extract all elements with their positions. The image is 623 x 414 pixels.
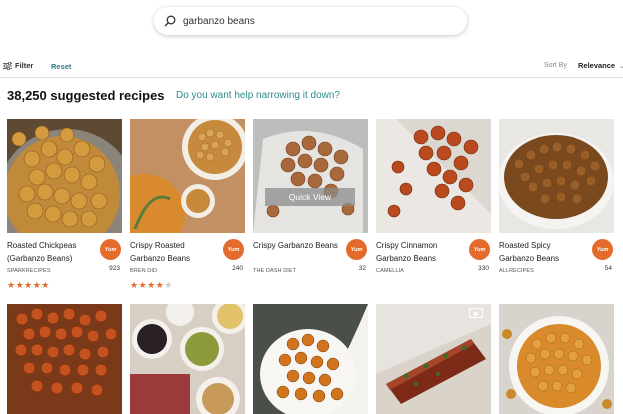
yum-count: 240 — [232, 265, 243, 272]
sort-value: Relevance — [578, 61, 616, 70]
recipe-source[interactable]: CAMELLIA — [376, 268, 404, 274]
recipe-card[interactable]: Crispy Cinnamon Garbanzo Beans Yum 330 C… — [376, 119, 491, 274]
recipe-source[interactable]: BREN DID — [130, 268, 157, 274]
recipe-title[interactable]: Crispy Garbanzo Beans — [253, 240, 339, 253]
recipe-source[interactable]: THE DASH DIET — [253, 268, 296, 274]
yum-button[interactable]: Yum — [100, 239, 121, 260]
search-bar[interactable] — [154, 7, 467, 35]
sort-by-label: Sort By — [544, 62, 567, 69]
recipe-image[interactable] — [376, 304, 491, 414]
search-icon — [164, 15, 176, 27]
yum-button[interactable]: Yum — [346, 239, 367, 260]
recipe-source[interactable]: ALLRECIPES — [499, 268, 534, 274]
recipe-card[interactable]: Crispy Roasted Garbanzo Beans Yum 240 BR… — [130, 119, 245, 290]
star-rating: ★★★★★ — [130, 280, 173, 290]
recipe-image[interactable] — [7, 304, 122, 414]
yum-count: 54 — [604, 265, 612, 272]
filter-label: Filter — [15, 61, 34, 70]
help-narrowing-link[interactable]: Do you want help narrowing it down? — [176, 90, 340, 101]
filter-sliders-icon — [3, 61, 12, 70]
recipe-title[interactable]: Crispy Roasted Garbanzo Beans — [130, 240, 216, 265]
sort-select[interactable]: Relevance ⌄ — [578, 61, 623, 70]
yum-count: 923 — [109, 265, 120, 272]
yum-count: 330 — [478, 265, 489, 272]
recipe-card[interactable]: Quick View Crispy Garbanzo Beans Yum 32 … — [253, 119, 368, 274]
yum-button[interactable]: Yum — [592, 239, 613, 260]
recipe-source[interactable]: SPARKRECIPES — [7, 268, 51, 274]
star-rating: ★★★★★ — [7, 280, 50, 290]
recipe-image[interactable] — [253, 304, 368, 414]
yum-button[interactable]: Yum — [223, 239, 244, 260]
recipe-image[interactable] — [7, 119, 122, 233]
recipe-image[interactable] — [376, 119, 491, 233]
video-play-icon — [469, 308, 483, 318]
recipe-title[interactable]: Roasted Chickpeas (Garbanzo Beans) — [7, 240, 93, 265]
recipe-image[interactable] — [130, 119, 245, 233]
recipe-image[interactable] — [499, 119, 614, 233]
recipe-title[interactable]: Roasted Spicy Garbanzo Beans — [499, 240, 585, 265]
reset-link[interactable]: Reset — [51, 62, 71, 71]
search-input[interactable] — [183, 15, 443, 27]
recipe-image[interactable] — [130, 304, 245, 414]
recipe-card[interactable]: Roasted Chickpeas (Garbanzo Beans) Yum 9… — [7, 119, 122, 290]
recipe-card[interactable]: Roasted Spicy Garbanzo Beans Yum 54 ALLR… — [499, 119, 614, 274]
results-count: 38,250 suggested recipes — [7, 88, 165, 103]
filter-bar: Filter Reset Sort By Relevance ⌄ — [0, 58, 623, 78]
recipe-image[interactable] — [499, 304, 614, 414]
yum-count: 32 — [358, 265, 366, 272]
yum-button[interactable]: Yum — [469, 239, 490, 260]
filter-button[interactable]: Filter — [3, 61, 33, 70]
chevron-down-icon: ⌄ — [619, 62, 623, 70]
recipe-image[interactable]: Quick View — [253, 119, 368, 233]
quick-view-button[interactable]: Quick View — [265, 188, 355, 206]
recipe-title[interactable]: Crispy Cinnamon Garbanzo Beans — [376, 240, 462, 265]
